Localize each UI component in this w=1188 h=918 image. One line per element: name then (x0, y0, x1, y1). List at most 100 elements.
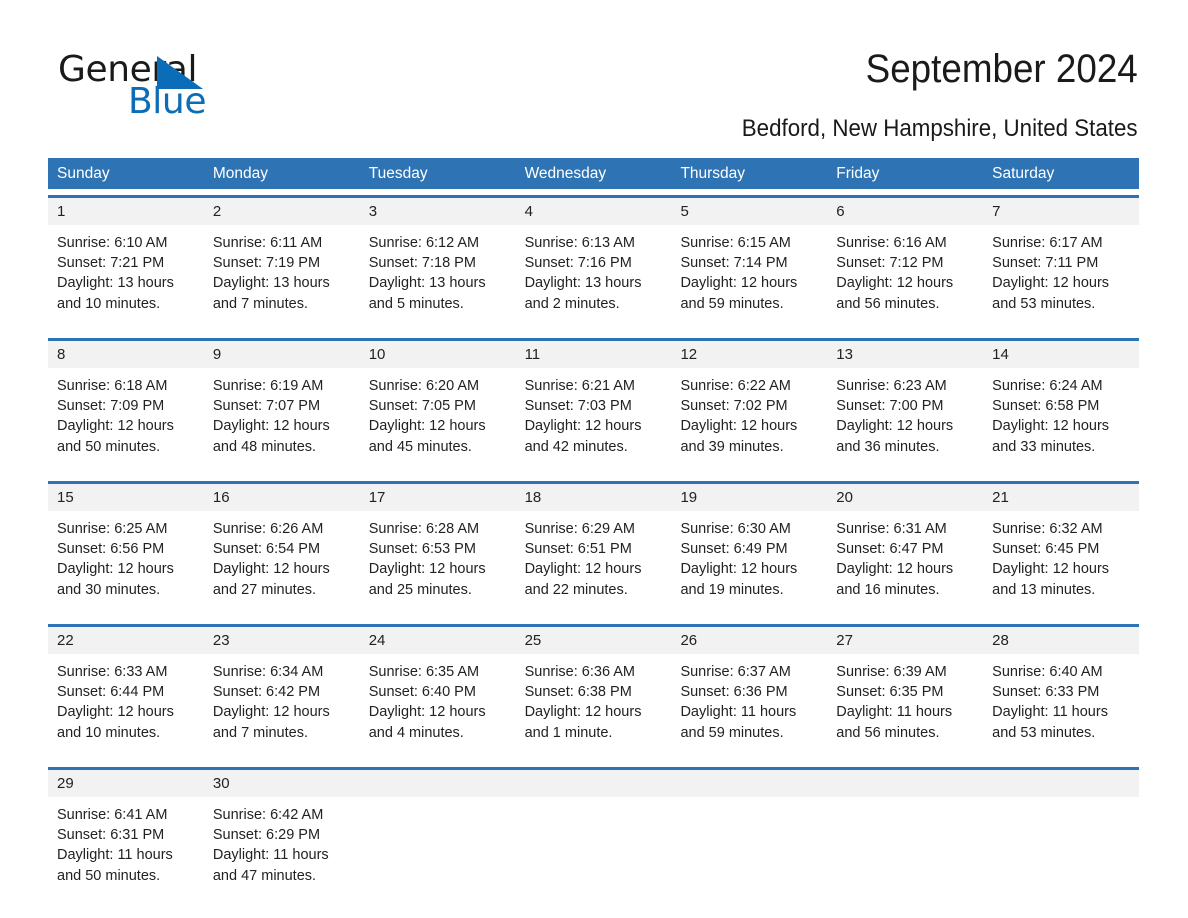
day-cell[interactable]: Sunrise: 6:26 AM Sunset: 6:54 PM Dayligh… (204, 511, 360, 618)
sunset-text: Sunset: 6:44 PM (57, 684, 165, 701)
day-number[interactable]: 6 (827, 198, 983, 225)
day-cell[interactable]: Sunrise: 6:20 AM Sunset: 7:05 PM Dayligh… (360, 368, 516, 475)
day-cell[interactable]: Sunrise: 6:21 AM Sunset: 7:03 PM Dayligh… (516, 368, 672, 475)
day-cell[interactable]: Sunrise: 6:25 AM Sunset: 6:56 PM Dayligh… (48, 511, 204, 618)
daylight-text: Daylight: 12 hours (836, 275, 954, 292)
day-number[interactable]: 1 (48, 198, 204, 225)
day-cell[interactable]: Sunrise: 6:32 AM Sunset: 6:45 PM Dayligh… (983, 511, 1139, 618)
day-number[interactable]: 9 (204, 341, 360, 368)
day-number[interactable]: 10 (360, 341, 516, 368)
day-cell[interactable]: Sunrise: 6:37 AM Sunset: 6:36 PM Dayligh… (671, 654, 827, 761)
day-number[interactable]: 21 (983, 484, 1139, 511)
day-number[interactable]: 26 (671, 627, 827, 654)
daylight-text: Daylight: 12 hours (836, 561, 954, 578)
day-number[interactable]: 11 (516, 341, 672, 368)
weekday-header-tuesday: Tuesday (368, 165, 428, 182)
day-number[interactable]: 3 (360, 198, 516, 225)
day-number[interactable]: 22 (48, 627, 204, 654)
sunrise-text: Sunrise: 6:21 AM (524, 378, 635, 394)
sunset-text: Sunset: 6:56 PM (57, 541, 165, 558)
sunrise-text: Sunrise: 6:30 AM (680, 521, 791, 537)
day-number[interactable]: 30 (204, 770, 360, 797)
daylight-text: Daylight: 13 hours (368, 275, 486, 292)
day-cell[interactable]: Sunrise: 6:17 AM Sunset: 7:11 PM Dayligh… (983, 225, 1139, 332)
week-date-band: 29 30 (48, 770, 1139, 797)
daylight-text-cont: and 1 minute. (524, 724, 613, 741)
day-number[interactable]: 2 (204, 198, 360, 225)
week-detail-row: Sunrise: 6:25 AM Sunset: 6:56 PM Dayligh… (48, 511, 1139, 618)
day-cell[interactable]: Sunrise: 6:18 AM Sunset: 7:09 PM Dayligh… (48, 368, 204, 475)
daylight-text: Daylight: 12 hours (212, 561, 330, 578)
day-number[interactable]: 29 (48, 770, 204, 797)
day-number[interactable]: 17 (360, 484, 516, 511)
daylight-text-cont: and 47 minutes. (212, 867, 317, 884)
day-number-empty (516, 770, 672, 797)
day-cell[interactable]: Sunrise: 6:31 AM Sunset: 6:47 PM Dayligh… (827, 511, 983, 618)
page-header: General Blue September 2024 Bedford, New… (48, 42, 1140, 142)
day-cell[interactable]: Sunrise: 6:36 AM Sunset: 6:38 PM Dayligh… (516, 654, 672, 761)
day-number[interactable]: 16 (204, 484, 360, 511)
day-number[interactable]: 12 (671, 341, 827, 368)
generalblue-logo[interactable]: General Blue (58, 50, 258, 122)
day-number[interactable]: 28 (983, 627, 1139, 654)
daylight-text-cont: and 42 minutes. (524, 438, 628, 455)
day-cell[interactable]: Sunrise: 6:39 AM Sunset: 6:35 PM Dayligh… (827, 654, 983, 761)
day-cell[interactable]: Sunrise: 6:13 AM Sunset: 7:16 PM Dayligh… (516, 225, 672, 332)
day-cell[interactable]: Sunrise: 6:22 AM Sunset: 7:02 PM Dayligh… (671, 368, 827, 475)
day-cell[interactable]: Sunrise: 6:34 AM Sunset: 6:42 PM Dayligh… (204, 654, 360, 761)
day-cell[interactable]: Sunrise: 6:11 AM Sunset: 7:19 PM Dayligh… (204, 225, 360, 332)
sunrise-text: Sunrise: 6:22 AM (680, 378, 791, 394)
week-detail-row: Sunrise: 6:10 AM Sunset: 7:21 PM Dayligh… (48, 225, 1139, 332)
calendar-grid: Sunday Monday Tuesday Wednesday Thursday… (48, 158, 1139, 904)
day-number[interactable]: 23 (204, 627, 360, 654)
sunrise-text: Sunrise: 6:34 AM (212, 664, 324, 680)
day-cell[interactable]: Sunrise: 6:29 AM Sunset: 6:51 PM Dayligh… (516, 511, 672, 618)
day-number[interactable]: 19 (671, 484, 827, 511)
day-cell[interactable]: Sunrise: 6:35 AM Sunset: 6:40 PM Dayligh… (360, 654, 516, 761)
day-cell[interactable]: Sunrise: 6:40 AM Sunset: 6:33 PM Dayligh… (983, 654, 1139, 761)
day-number[interactable]: 7 (983, 198, 1139, 225)
day-number[interactable]: 18 (516, 484, 672, 511)
day-number[interactable]: 13 (827, 341, 983, 368)
day-cell[interactable]: Sunrise: 6:42 AM Sunset: 6:29 PM Dayligh… (204, 797, 360, 904)
day-cell[interactable]: Sunrise: 6:28 AM Sunset: 6:53 PM Dayligh… (360, 511, 516, 618)
day-number[interactable]: 27 (827, 627, 983, 654)
week-date-band: 1 2 3 4 5 6 7 (48, 198, 1139, 225)
day-cell[interactable]: Sunrise: 6:12 AM Sunset: 7:18 PM Dayligh… (360, 225, 516, 332)
day-cell[interactable]: Sunrise: 6:24 AM Sunset: 6:58 PM Dayligh… (983, 368, 1139, 475)
day-cell[interactable]: Sunrise: 6:23 AM Sunset: 7:00 PM Dayligh… (827, 368, 983, 475)
day-cell[interactable]: Sunrise: 6:41 AM Sunset: 6:31 PM Dayligh… (48, 797, 204, 904)
week-row: 15 16 17 18 19 20 21 Sunrise: 6:25 AM Su… (48, 481, 1139, 618)
day-number[interactable]: 25 (516, 627, 672, 654)
day-number[interactable]: 20 (827, 484, 983, 511)
day-cell[interactable]: Sunrise: 6:30 AM Sunset: 6:49 PM Dayligh… (671, 511, 827, 618)
sunrise-text: Sunrise: 6:29 AM (524, 521, 635, 537)
day-number[interactable]: 5 (671, 198, 827, 225)
day-number[interactable]: 4 (516, 198, 672, 225)
day-number[interactable]: 15 (48, 484, 204, 511)
sunset-text: Sunset: 7:18 PM (368, 255, 476, 272)
day-cell[interactable]: Sunrise: 6:10 AM Sunset: 7:21 PM Dayligh… (48, 225, 204, 332)
daylight-text-cont: and 33 minutes. (992, 438, 1096, 455)
day-number[interactable]: 24 (360, 627, 516, 654)
daylight-text-cont: and 48 minutes. (212, 438, 317, 455)
day-cell-empty (671, 797, 827, 904)
day-number[interactable]: 14 (983, 341, 1139, 368)
day-cell[interactable]: Sunrise: 6:15 AM Sunset: 7:14 PM Dayligh… (671, 225, 827, 332)
daylight-text: Daylight: 11 hours (680, 704, 797, 721)
sunset-text: Sunset: 6:58 PM (992, 398, 1100, 415)
day-number[interactable]: 8 (48, 341, 204, 368)
daylight-text-cont: and 25 minutes. (368, 581, 472, 598)
daylight-text-cont: and 39 minutes. (680, 438, 784, 455)
sunrise-text: Sunrise: 6:10 AM (57, 235, 168, 251)
daylight-text-cont: and 30 minutes. (57, 581, 161, 598)
day-cell[interactable]: Sunrise: 6:33 AM Sunset: 6:44 PM Dayligh… (48, 654, 204, 761)
daylight-text-cont: and 19 minutes. (680, 581, 784, 598)
daylight-text-cont: and 13 minutes. (992, 581, 1096, 598)
day-cell[interactable]: Sunrise: 6:16 AM Sunset: 7:12 PM Dayligh… (827, 225, 983, 332)
daylight-text-cont: and 53 minutes. (992, 724, 1096, 741)
day-cell[interactable]: Sunrise: 6:19 AM Sunset: 7:07 PM Dayligh… (204, 368, 360, 475)
sunset-text: Sunset: 6:36 PM (680, 684, 788, 701)
week-date-band: 22 23 24 25 26 27 28 (48, 627, 1139, 654)
sunrise-text: Sunrise: 6:13 AM (524, 235, 635, 251)
